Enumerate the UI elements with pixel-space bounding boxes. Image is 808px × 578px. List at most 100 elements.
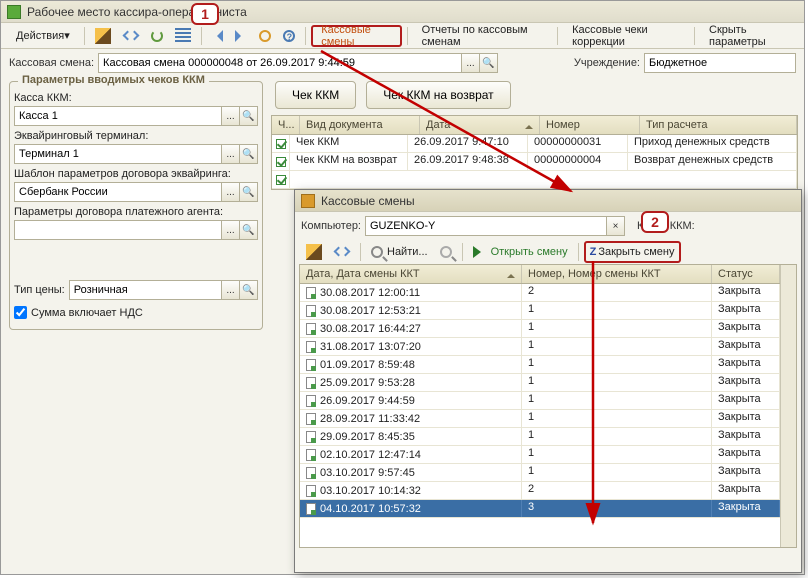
shift-date: 30.08.2017 16:44:27 [300, 320, 522, 337]
col-check[interactable]: Ч... [272, 116, 300, 134]
shifts-grid: Дата, Дата смены ККТ Номер, Номер смены … [299, 264, 797, 548]
price-input[interactable] [69, 280, 222, 300]
shift-status: Закрыта [712, 374, 780, 391]
shift-status: Закрыта [712, 392, 780, 409]
price-search[interactable]: 🔍 [240, 280, 258, 300]
vat-checkbox-row[interactable]: Сумма включает НДС [14, 306, 258, 319]
round-button[interactable] [254, 26, 276, 46]
popup-nav[interactable] [329, 242, 355, 262]
shift-status: Закрыта [712, 302, 780, 319]
help-button[interactable]: ? [278, 26, 300, 46]
shift-search[interactable]: 🔍 [480, 53, 498, 73]
col-type[interactable]: Тип расчета [640, 116, 797, 134]
shift-date: 01.09.2017 8:59:48 [300, 356, 522, 373]
tab-shifts[interactable]: Кассовые смены [311, 25, 402, 47]
template-input[interactable] [14, 182, 222, 202]
template-picker[interactable]: ... [222, 182, 240, 202]
template-search[interactable]: 🔍 [240, 182, 258, 202]
actions-menu[interactable]: Действия ▾ [7, 26, 79, 46]
shift-date: 29.09.2017 8:45:35 [300, 428, 522, 445]
table-row[interactable]: 30.08.2017 12:00:112Закрыта [300, 284, 780, 302]
arrows-icon [334, 244, 350, 260]
check-button[interactable]: Чек ККМ [275, 81, 356, 109]
price-picker[interactable]: ... [222, 280, 240, 300]
table-row[interactable]: 04.10.2017 10:57:323Закрыта [300, 500, 780, 518]
kassa-search[interactable]: 🔍 [240, 106, 258, 126]
computer-clear[interactable]: × [607, 216, 625, 236]
col-kind[interactable]: Вид документа [300, 116, 420, 134]
table-row[interactable]: 25.09.2017 9:53:281Закрыта [300, 374, 780, 392]
institution-input[interactable] [644, 53, 796, 73]
doc-type: Приход денежных средств [628, 135, 797, 152]
prev-button[interactable] [206, 26, 228, 46]
col-num[interactable]: Номер [540, 116, 640, 134]
open-shift-button[interactable]: Открыть смену [468, 242, 573, 262]
shift-row: Кассовая смена: ... 🔍 Учреждение: [1, 49, 804, 77]
shift-date: 04.10.2017 10:57:32 [300, 500, 522, 517]
next-button[interactable] [230, 26, 252, 46]
institution-label: Учреждение: [574, 57, 640, 69]
nav-button[interactable] [118, 26, 144, 46]
shift-status: Закрыта [712, 446, 780, 463]
table-row[interactable]: 01.09.2017 8:59:481Закрыта [300, 356, 780, 374]
agent-search[interactable]: 🔍 [240, 220, 258, 240]
shift-num: 1 [522, 302, 712, 319]
table-row[interactable]: Чек ККМ на возврат26.09.2017 9:48:380000… [272, 153, 797, 171]
table-row[interactable]: 31.08.2017 13:07:201Закрыта [300, 338, 780, 356]
refresh-button[interactable] [146, 26, 168, 46]
template-label: Шаблон параметров договора эквайринга: [14, 168, 258, 180]
table-row[interactable]: 03.10.2017 9:57:451Закрыта [300, 464, 780, 482]
table-row[interactable]: 28.09.2017 11:33:421Закрыта [300, 410, 780, 428]
tab-hide-params[interactable]: Скрыть параметры [700, 26, 798, 46]
params-legend: Параметры вводимых чеков ККМ [18, 74, 209, 86]
shift-status: Закрыта [712, 320, 780, 337]
agent-picker[interactable]: ... [222, 220, 240, 240]
shift-input[interactable] [98, 53, 462, 73]
terminal-search[interactable]: 🔍 [240, 144, 258, 164]
table-row[interactable]: Чек ККМ26.09.2017 9:47:1000000000031Прих… [272, 135, 797, 153]
close-shift-button[interactable]: ZЗакрыть смену [584, 241, 681, 263]
shift-status: Закрыта [712, 338, 780, 355]
popup-edit[interactable] [301, 242, 327, 262]
shift-date: 30.08.2017 12:53:21 [300, 302, 522, 319]
shift-picker[interactable]: ... [462, 53, 480, 73]
shift-num: 1 [522, 410, 712, 427]
table-row[interactable]: 03.10.2017 10:14:322Закрыта [300, 482, 780, 500]
refund-button[interactable]: Чек ККМ на возврат [366, 81, 510, 109]
table-row[interactable]: 29.09.2017 8:45:351Закрыта [300, 428, 780, 446]
shift-num: 1 [522, 428, 712, 445]
shift-num: 2 [522, 284, 712, 301]
agent-input[interactable] [14, 220, 222, 240]
popup-find[interactable]: Найти... [366, 242, 433, 262]
kassa-label: Касса ККМ: [14, 92, 258, 104]
kassa-input[interactable] [14, 106, 222, 126]
list-button[interactable] [170, 26, 196, 46]
table-row[interactable]: 30.08.2017 12:53:211Закрыта [300, 302, 780, 320]
table-row[interactable]: 26.09.2017 9:44:591Закрыта [300, 392, 780, 410]
computer-input[interactable] [365, 216, 607, 236]
tab-corrections[interactable]: Кассовые чеки коррекции [563, 26, 689, 46]
kassa-picker[interactable]: ... [222, 106, 240, 126]
document-icon [306, 305, 316, 317]
callout-2: 2 [641, 211, 669, 233]
vat-checkbox[interactable] [14, 306, 27, 319]
table-row[interactable]: 02.10.2017 12:47:141Закрыта [300, 446, 780, 464]
doc-date: 26.09.2017 9:48:38 [408, 153, 528, 170]
terminal-picker[interactable]: ... [222, 144, 240, 164]
col-date[interactable]: Дата [420, 116, 540, 134]
popup-clear-search[interactable] [435, 242, 457, 262]
callout-1: 1 [191, 3, 219, 25]
scrollbar[interactable] [780, 265, 796, 547]
right-arrow-icon [235, 30, 247, 42]
table-row[interactable]: 30.08.2017 16:44:271Закрыта [300, 320, 780, 338]
tab-reports[interactable]: Отчеты по кассовым сменам [413, 26, 553, 46]
shift-label: Кассовая смена: [9, 57, 94, 69]
col-shift-num[interactable]: Номер, Номер смены ККТ [522, 265, 712, 283]
table-row [272, 171, 797, 189]
terminal-input[interactable] [14, 144, 222, 164]
edit-button[interactable] [90, 26, 116, 46]
shift-date: 31.08.2017 13:07:20 [300, 338, 522, 355]
price-label: Тип цены: [14, 284, 65, 296]
col-shift-date[interactable]: Дата, Дата смены ККТ [300, 265, 522, 283]
col-shift-status[interactable]: Статус [712, 265, 780, 283]
